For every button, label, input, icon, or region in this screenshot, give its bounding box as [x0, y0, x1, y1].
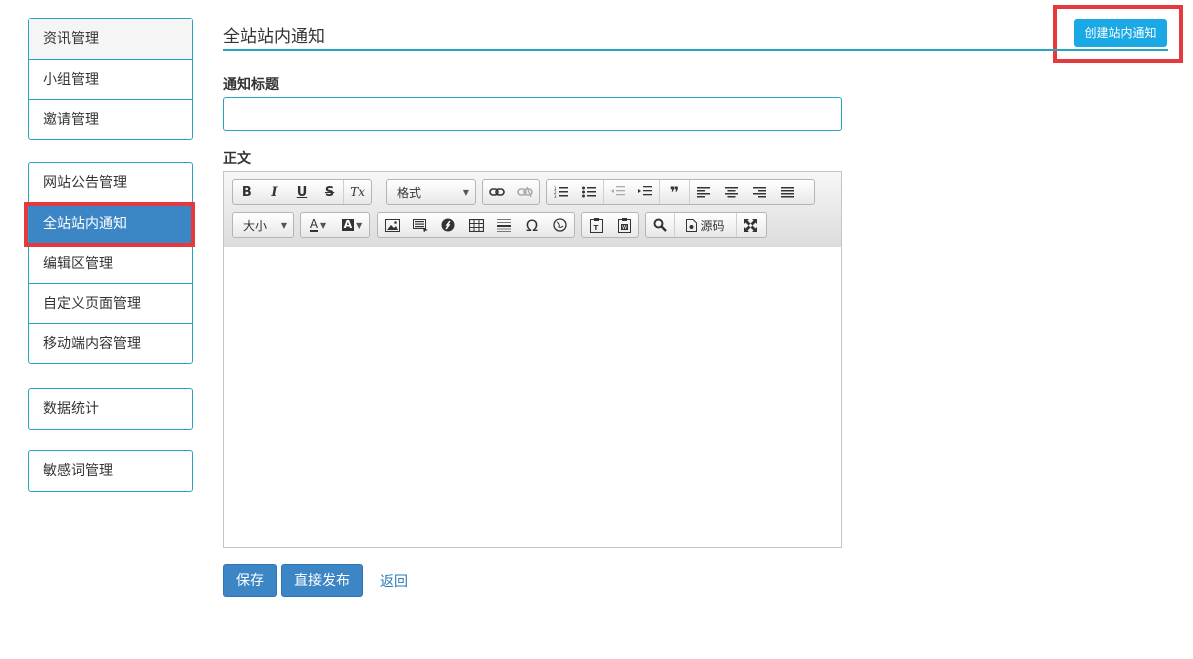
title-label: 通知标题: [223, 77, 279, 93]
underline-button[interactable]: U: [288, 180, 316, 204]
flash-icon[interactable]: [434, 213, 462, 237]
source-button[interactable]: 源码: [674, 213, 736, 237]
sidebar-item-site-notifications[interactable]: 全站站内通知: [29, 203, 192, 243]
page-title: 全站站内通知: [223, 27, 325, 47]
size-combo-inner: 大小 ▼: [233, 213, 293, 237]
caret-down-icon: ▼: [280, 220, 287, 230]
table-icon[interactable]: [462, 213, 490, 237]
svg-text:W: W: [622, 225, 627, 231]
toolbar-group-tools: 源码: [645, 212, 767, 238]
source-label: 源码: [700, 218, 725, 233]
iframe-icon[interactable]: [546, 213, 574, 237]
rich-text-editor: B I U S Tx 格式 ▼ 123 ❞ 大小 ▼ A ▼ A ▼ Ω T W…: [223, 171, 842, 548]
indent-icon[interactable]: [631, 180, 659, 204]
text-color-icon[interactable]: A ▼: [301, 213, 335, 237]
paste-text-icon[interactable]: T: [582, 213, 610, 237]
format-combo-label: 格式: [397, 185, 422, 200]
align-center-icon[interactable]: [717, 180, 745, 204]
title-input[interactable]: [223, 97, 842, 131]
sidebar-item-editor-area[interactable]: 编辑区管理: [29, 243, 192, 283]
format-combo-inner: 格式 ▼: [387, 180, 475, 204]
size-combo-label: 大小: [243, 218, 268, 233]
remove-format-button[interactable]: Tx: [343, 180, 371, 204]
sidebar-item-news[interactable]: 资讯管理: [29, 19, 192, 59]
sidebar-group-stats: 数据统计: [28, 388, 193, 430]
editor-content-area[interactable]: [224, 247, 841, 547]
format-combo[interactable]: 格式 ▼: [386, 179, 476, 205]
numbered-list-icon[interactable]: 123: [547, 180, 575, 204]
size-combo[interactable]: 大小 ▼: [232, 212, 294, 238]
find-icon[interactable]: [646, 213, 674, 237]
sidebar-group-site: 网站公告管理 全站站内通知 编辑区管理 自定义页面管理 移动端内容管理: [28, 162, 193, 364]
sidebar-item-invites[interactable]: 邀请管理: [29, 99, 192, 139]
toolbar-group-link: [482, 179, 540, 205]
unlink-icon[interactable]: [511, 180, 539, 204]
horizontal-rule-icon[interactable]: [490, 213, 518, 237]
toolbar-group-insert: Ω: [377, 212, 575, 238]
background-color-icon[interactable]: A ▼: [335, 213, 369, 237]
sidebar-item-statistics[interactable]: 数据统计: [29, 389, 192, 429]
toolbar-group-basic: B I U S Tx: [232, 179, 372, 205]
align-left-icon[interactable]: [689, 180, 717, 204]
bold-button[interactable]: B: [233, 180, 261, 204]
create-notification-button[interactable]: 创建站内通知: [1074, 19, 1167, 47]
sidebar-item-custom-pages[interactable]: 自定义页面管理: [29, 283, 192, 323]
editor-toolbar: B I U S Tx 格式 ▼ 123 ❞ 大小 ▼ A ▼ A ▼ Ω T W…: [224, 172, 841, 248]
back-link[interactable]: 返回: [380, 571, 408, 591]
strike-button[interactable]: S: [316, 180, 344, 204]
toolbar-group-colors: A ▼ A ▼: [300, 212, 370, 238]
image-icon[interactable]: [378, 213, 406, 237]
sidebar-item-announcements[interactable]: 网站公告管理: [29, 163, 192, 203]
body-label: 正文: [223, 151, 251, 167]
italic-button[interactable]: I: [261, 180, 289, 204]
publish-button[interactable]: 直接发布: [281, 564, 363, 597]
paste-word-icon[interactable]: W: [610, 213, 638, 237]
maximize-icon[interactable]: [736, 213, 764, 237]
blockquote-icon[interactable]: ❞: [659, 180, 689, 204]
align-justify-icon[interactable]: [773, 180, 801, 204]
save-button[interactable]: 保存: [223, 564, 277, 597]
special-char-icon[interactable]: Ω: [518, 213, 546, 237]
sidebar-item-mobile-content[interactable]: 移动端内容管理: [29, 323, 192, 363]
svg-text:3: 3: [554, 194, 557, 198]
caret-down-icon: ▼: [462, 187, 469, 197]
sidebar-group-sensitive: 敏感词管理: [28, 450, 193, 492]
outdent-icon[interactable]: [603, 180, 631, 204]
bulleted-list-icon[interactable]: [575, 180, 603, 204]
sidebar-group-content: 资讯管理 小组管理 邀请管理: [28, 18, 193, 140]
sidebar-item-sensitive-words[interactable]: 敏感词管理: [29, 451, 192, 491]
toolbar-group-paste: T W: [581, 212, 639, 238]
sidebar-item-groups[interactable]: 小组管理: [29, 59, 192, 99]
source-icon: [686, 218, 698, 232]
align-right-icon[interactable]: [745, 180, 773, 204]
header-divider: [223, 49, 1168, 51]
toolbar-group-paragraph: 123 ❞: [546, 179, 815, 205]
flash-embed-icon[interactable]: [406, 213, 434, 237]
link-icon[interactable]: [483, 180, 511, 204]
svg-text:T: T: [593, 224, 598, 232]
